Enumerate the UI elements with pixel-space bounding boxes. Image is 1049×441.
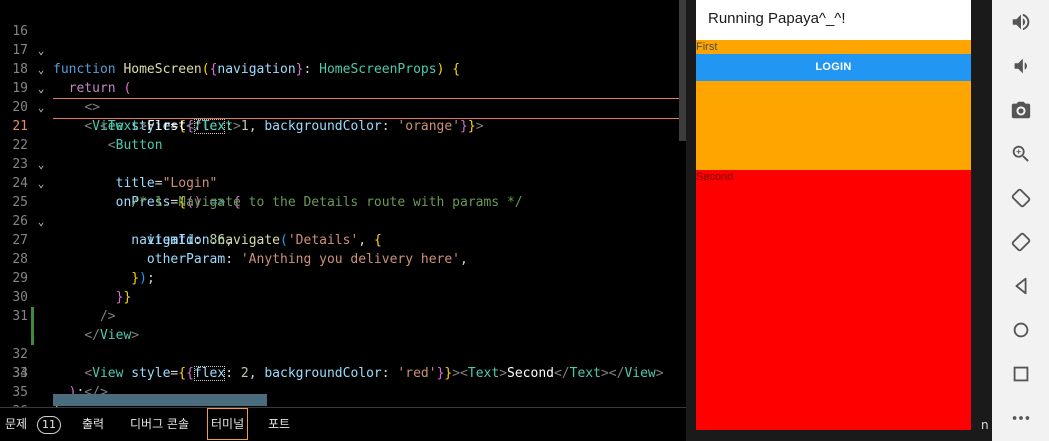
code-line[interactable]: 27 otherParam: 'Anything you delivery he… [0,212,686,267]
problems-count-badge: 11 [37,416,61,434]
app-title: Running Papaya^_^! [708,10,846,27]
code-line[interactable]: 18 ⌄ <> [0,41,686,115]
code-editor[interactable]: 16 ⌄ function HomeScreen({navigation}: H… [0,0,686,441]
app-header: Running Papaya^_^! [696,0,971,40]
tab-ports[interactable]: 포트 [268,408,290,441]
code-line-current[interactable]: 21 <Button [0,98,686,153]
first-text: First [696,41,718,53]
code-line[interactable]: 32 <View style={{flex: 2, backgroundColo… [0,307,686,381]
code-line[interactable]: 28 }); [0,231,686,286]
code-line[interactable]: 16 ⌄ function HomeScreen({navigation}: H… [0,3,686,77]
more-icon[interactable] [1008,405,1034,431]
code-line[interactable]: 31 </View> [0,288,686,343]
code-line[interactable]: 30 /> [0,269,686,324]
horizontal-scrollbar[interactable] [53,394,267,406]
overview-icon[interactable] [1008,361,1034,387]
volume-up-icon[interactable] [1008,9,1034,35]
git-change-marker[interactable] [31,307,34,326]
code-line[interactable]: 22 ⌄ title="Login" [0,117,686,191]
emulator-screen[interactable]: Running Papaya^_^! First LOGIN Second [696,0,971,430]
volume-down-icon[interactable] [1008,53,1034,79]
vertical-scrollbar[interactable] [679,0,686,141]
tab-terminal[interactable]: 터미널 [206,408,249,440]
code-line[interactable]: 19 ⌄ <View style={{flex: 1, backgroundCo… [0,60,686,134]
second-text: Second [696,171,734,183]
code-line[interactable]: 29 }} [0,250,686,305]
tab-problems[interactable]: 문제 [5,408,27,441]
android-emulator: Running Papaya^_^! First LOGIN Second [686,0,981,441]
code-line[interactable]: 20 <Text>First</Text> [0,79,686,134]
panel-tab-bar: 문제 11 출력 디버그 콘솔 터미널 포트 [0,408,700,441]
tab-debug-console[interactable]: 디버그 콘솔 [130,408,189,441]
code-line[interactable]: 24 /* 1. Navigate to the Details route w… [0,155,686,210]
red-view: Second [696,170,971,430]
code-line[interactable]: 33 </> [0,326,686,400]
emulator-toolbar [992,0,1049,441]
rotate-right-icon[interactable] [1008,229,1034,255]
clipped-label: n [981,418,989,432]
code-line[interactable]: 35 } [0,364,686,419]
git-change-marker[interactable] [31,326,34,345]
home-icon[interactable] [1008,317,1034,343]
code-line[interactable]: 34 ); [0,345,686,400]
code-lines[interactable]: 16 ⌄ function HomeScreen({navigation}: H… [0,3,686,419]
code-line[interactable]: 26 itemId: 86, [0,193,686,248]
orange-view: First LOGIN [696,40,971,170]
emulator-frame-edge [981,0,992,441]
rotate-left-icon[interactable] [1008,185,1034,211]
zoom-in-icon[interactable] [1008,141,1034,167]
tab-output[interactable]: 출력 [82,408,104,441]
code-line[interactable]: 17 ⌄ return ( [0,22,686,96]
code-line[interactable]: 25 ⌄ navigation.navigate('Details', { [0,174,686,248]
login-button[interactable]: LOGIN [696,54,971,81]
code-line[interactable]: 23 ⌄ onPress={() => { [0,136,686,210]
camera-icon[interactable] [1008,97,1034,123]
back-icon[interactable] [1008,273,1034,299]
